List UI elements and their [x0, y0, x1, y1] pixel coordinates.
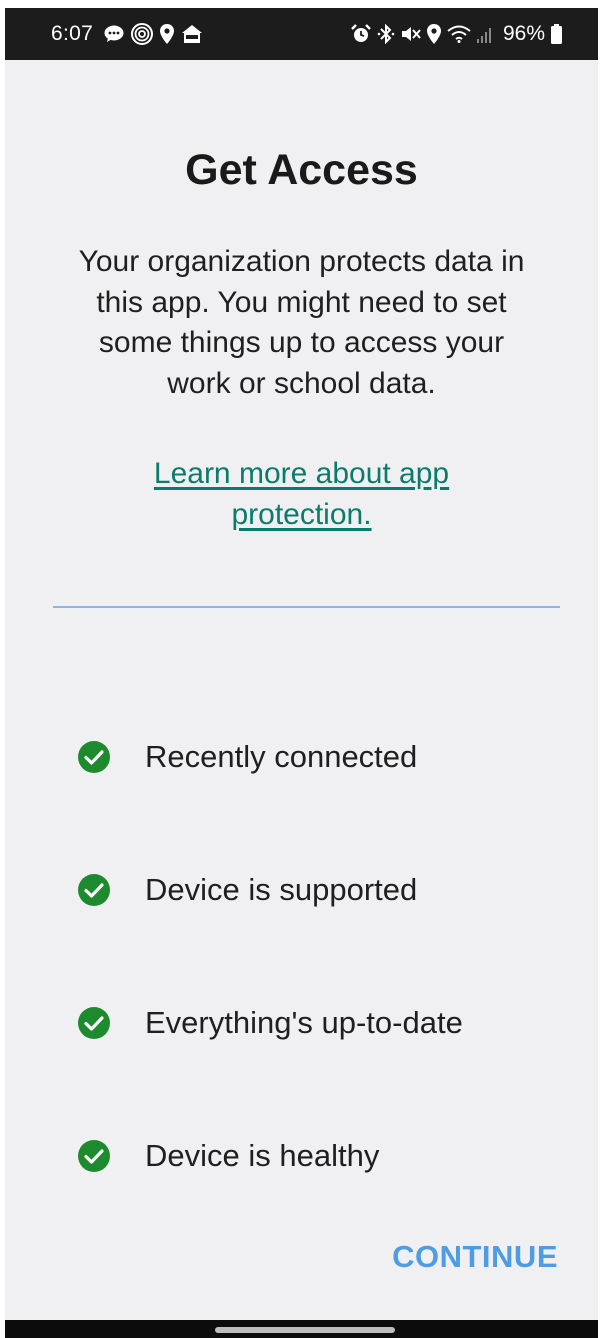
- battery-icon: [551, 24, 562, 44]
- check-label: Recently connected: [145, 739, 418, 774]
- app-screen: 6:07 96% Get Access Your organization pr…: [5, 8, 598, 1338]
- location-pin-icon: [160, 24, 175, 44]
- check-item-recently-connected: Recently connected: [77, 735, 417, 779]
- description-text: Your organization protects data in this …: [78, 245, 525, 400]
- battery-level: 96%: [502, 22, 545, 45]
- section-divider: [53, 606, 560, 608]
- mute-icon: [401, 24, 421, 44]
- bluetooth-icon: [377, 24, 395, 44]
- navigation-bar: [5, 1320, 598, 1338]
- wifi-icon: [447, 25, 471, 43]
- check-label: Everything's up-to-date: [145, 1005, 463, 1040]
- check-circle-icon: [77, 1006, 111, 1040]
- check-item-up-to-date: Everything's up-to-date: [77, 1001, 463, 1045]
- continue-button[interactable]: CONTINUE: [392, 1239, 558, 1275]
- check-circle-icon: [77, 740, 111, 774]
- fingerprint-icon: [131, 23, 154, 45]
- signal-icon: [476, 25, 495, 43]
- check-item-device-healthy: Device is healthy: [77, 1134, 379, 1178]
- location-pin-icon: [426, 24, 441, 44]
- learn-more-link[interactable]: Learn more about app protection.: [110, 454, 493, 535]
- check-label: Device is supported: [145, 872, 418, 907]
- check-item-device-supported: Device is supported: [77, 868, 417, 912]
- alarm-icon: [351, 24, 371, 44]
- check-circle-icon: [77, 873, 111, 907]
- status-time: 6:07: [51, 22, 94, 45]
- status-right: 96%: [351, 8, 562, 60]
- check-circle-icon: [77, 1139, 111, 1173]
- check-label: Device is healthy: [145, 1138, 380, 1173]
- status-bar: 6:07 96%: [5, 8, 598, 60]
- page-title: Get Access: [185, 146, 418, 194]
- status-left: 6:07: [51, 8, 203, 60]
- chat-bubble-icon: [104, 25, 124, 43]
- home-app-icon: [181, 24, 203, 44]
- home-indicator[interactable]: [215, 1327, 395, 1333]
